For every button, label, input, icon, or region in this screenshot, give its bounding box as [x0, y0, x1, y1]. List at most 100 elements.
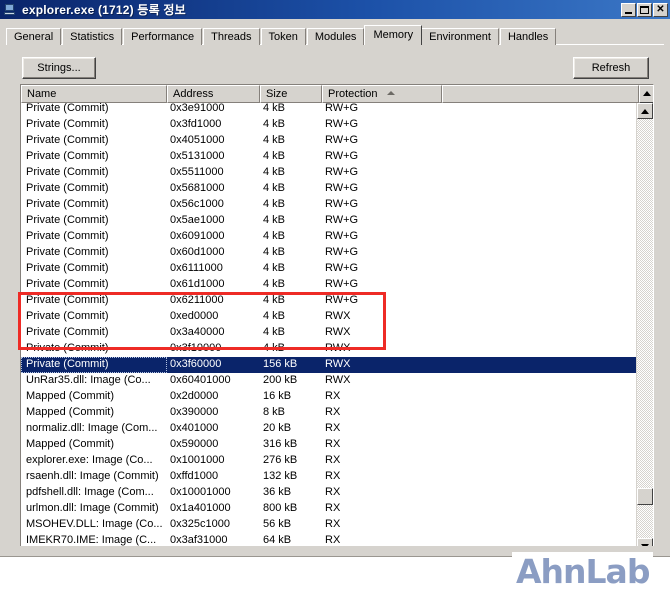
header-scroll-up-button[interactable] — [639, 85, 653, 103]
cell-size: 8 kB — [263, 406, 286, 418]
cell-size: 4 kB — [263, 278, 286, 290]
ahnlab-watermark: AhnLab — [512, 552, 654, 592]
cell-protection: RW+G — [325, 118, 359, 130]
table-row[interactable]: Private (Commit) 0x3f60000 156 kB RWX — [21, 357, 638, 373]
table-row[interactable]: Private (Commit) 0x3fd1000 4 kB RW+G — [21, 117, 638, 133]
cell-name: Private (Commit) — [26, 118, 109, 130]
cell-size: 4 kB — [263, 310, 286, 322]
cell-name: MSOHEV.DLL: Image (Co... — [26, 518, 163, 530]
cell-size: 800 kB — [263, 502, 298, 514]
table-row[interactable]: Private (Commit) 0x6091000 4 kB RW+G — [21, 229, 638, 245]
tab-threads[interactable]: Threads — [203, 28, 260, 45]
cell-name: Private (Commit) — [21, 357, 167, 373]
cell-protection: RW+G — [325, 134, 359, 146]
cell-address: 0x5681000 — [170, 182, 225, 194]
cell-name: Private (Commit) — [26, 230, 109, 242]
tab-environment[interactable]: Environment — [421, 28, 499, 45]
cell-address: 0x1a401000 — [170, 502, 231, 514]
table-row[interactable]: Private (Commit) 0x6211000 4 kB RW+G — [21, 293, 638, 309]
cell-name: urlmon.dll: Image (Commit) — [26, 502, 159, 514]
table-row[interactable]: Private (Commit) 0x4051000 4 kB RW+G — [21, 133, 638, 149]
cell-protection: RW+G — [325, 182, 359, 194]
cell-protection: RX — [325, 518, 341, 530]
table-row[interactable]: Mapped (Commit) 0x2d0000 16 kB RX — [21, 389, 638, 405]
tab-statistics[interactable]: Statistics — [62, 28, 123, 45]
table-row[interactable]: Private (Commit) 0x3a40000 4 kB RWX — [21, 325, 638, 341]
column-header-address-label: Address — [173, 88, 214, 100]
scroll-up-button[interactable] — [637, 103, 653, 119]
table-row[interactable]: Private (Commit) 0xed0000 4 kB RWX — [21, 309, 638, 325]
table-row[interactable]: Private (Commit) 0x5681000 4 kB RW+G — [21, 181, 638, 197]
cell-protection: RX — [325, 438, 341, 450]
cell-protection: RW+G — [325, 294, 359, 306]
tab-performance[interactable]: Performance — [123, 28, 203, 45]
scrollbar-thumb[interactable] — [637, 488, 653, 505]
cell-protection: RW+G — [325, 150, 359, 162]
cell-size: 4 kB — [263, 214, 286, 226]
cell-name: normaliz.dll: Image (Com... — [26, 422, 158, 434]
cell-name: Private (Commit) — [26, 294, 109, 306]
tab-token[interactable]: Token — [260, 28, 306, 45]
table-row[interactable]: urlmon.dll: Image (Commit) 0x1a401000 800 … — [21, 501, 638, 517]
table-row[interactable]: Private (Commit) 0x3e91000 4 kB RW+G — [21, 101, 638, 117]
cell-size: 4 kB — [263, 294, 286, 306]
close-button[interactable]: ✕ — [653, 2, 668, 17]
cell-name: Private (Commit) — [26, 134, 109, 146]
table-row[interactable]: Private (Commit) 0x60d1000 4 kB RW+G — [21, 245, 638, 261]
memory-regions-listview[interactable]: Name Address Size Protection Private (Co… — [20, 84, 654, 553]
process-properties-window: explorer.exe (1712) 등록 정보 ✕ General Stat… — [0, 0, 670, 597]
process-properties-icon — [3, 3, 18, 17]
cell-protection: RW+G — [325, 198, 359, 210]
cell-size: 4 kB — [263, 150, 286, 162]
cell-address: 0x5ae1000 — [170, 214, 225, 226]
cell-address: 0x60401000 — [170, 374, 231, 386]
table-row[interactable]: Mapped (Commit) 0x390000 8 kB RX — [21, 405, 638, 421]
tab-memory[interactable]: Memory — [364, 25, 423, 45]
maximize-button[interactable] — [637, 2, 652, 17]
cell-size: 4 kB — [263, 182, 286, 194]
cell-size: 4 kB — [263, 326, 286, 338]
table-row[interactable]: Private (Commit) 0x5131000 4 kB RW+G — [21, 149, 638, 165]
strings-button[interactable]: Strings... — [22, 57, 96, 79]
cell-protection: RW+G — [325, 102, 359, 114]
table-row[interactable]: rsaenh.dll: Image (Commit) 0xffd1000 132 k… — [21, 469, 638, 485]
table-row[interactable]: Private (Commit) 0x56c1000 4 kB RW+G — [21, 197, 638, 213]
table-row[interactable]: pdfshell.dll: Image (Com... 0x10001000 36 … — [21, 485, 638, 501]
cell-name: Mapped (Commit) — [26, 390, 115, 402]
cell-name: UnRar35.dll: Image (Co... — [26, 374, 151, 386]
cell-size: 4 kB — [263, 246, 286, 258]
table-row[interactable]: Private (Commit) 0x6111000 4 kB RW+G — [21, 261, 638, 277]
cell-address: 0x3e91000 — [170, 102, 225, 114]
cell-address: 0x5511000 — [170, 166, 224, 178]
vertical-scrollbar[interactable] — [636, 103, 653, 552]
cell-size: 316 kB — [263, 438, 298, 450]
table-row[interactable]: explorer.exe: Image (Co... 0x1001000 276 k… — [21, 453, 638, 469]
cell-name: Private (Commit) — [26, 278, 109, 290]
cell-name: rsaenh.dll: Image (Commit) — [26, 470, 159, 482]
cell-size: 4 kB — [263, 342, 286, 354]
tab-handles[interactable]: Handles — [499, 28, 557, 45]
cell-address: 0x3f60000 — [170, 358, 222, 370]
cell-protection: RX — [325, 406, 341, 418]
table-row[interactable]: MSOHEV.DLL: Image (Co... 0x325c1000 56 kB R… — [21, 517, 638, 533]
window-title: explorer.exe (1712) 등록 정보 — [22, 3, 186, 17]
minimize-button[interactable] — [621, 2, 636, 17]
refresh-button[interactable]: Refresh — [573, 57, 649, 79]
cell-name: Private (Commit) — [26, 262, 109, 274]
cell-name: Mapped (Commit) — [26, 438, 115, 450]
table-row[interactable]: Private (Commit) 0x5ae1000 4 kB RW+G — [21, 213, 638, 229]
tab-general[interactable]: General — [6, 28, 62, 45]
cell-size: 4 kB — [263, 262, 286, 274]
table-row[interactable]: Mapped (Commit) 0x590000 316 kB RX — [21, 437, 638, 453]
table-row[interactable]: UnRar35.dll: Image (Co... 0x60401000 200 k… — [21, 373, 638, 389]
table-row[interactable]: Private (Commit) 0x61d1000 4 kB RW+G — [21, 277, 638, 293]
cell-size: 4 kB — [263, 134, 286, 146]
table-row[interactable]: normaliz.dll: Image (Com... 0x401000 20 kB… — [21, 421, 638, 437]
table-row[interactable]: Private (Commit) 0x3f10000 4 kB RWX — [21, 341, 638, 357]
cell-address: 0x590000 — [170, 438, 219, 450]
table-row[interactable]: Private (Commit) 0x5511000 4 kB RW+G — [21, 165, 638, 181]
tab-modules[interactable]: Modules — [306, 28, 365, 45]
cell-name: Private (Commit) — [26, 150, 109, 162]
cell-size: 276 kB — [263, 454, 298, 466]
cell-name: Private (Commit) — [26, 326, 109, 338]
